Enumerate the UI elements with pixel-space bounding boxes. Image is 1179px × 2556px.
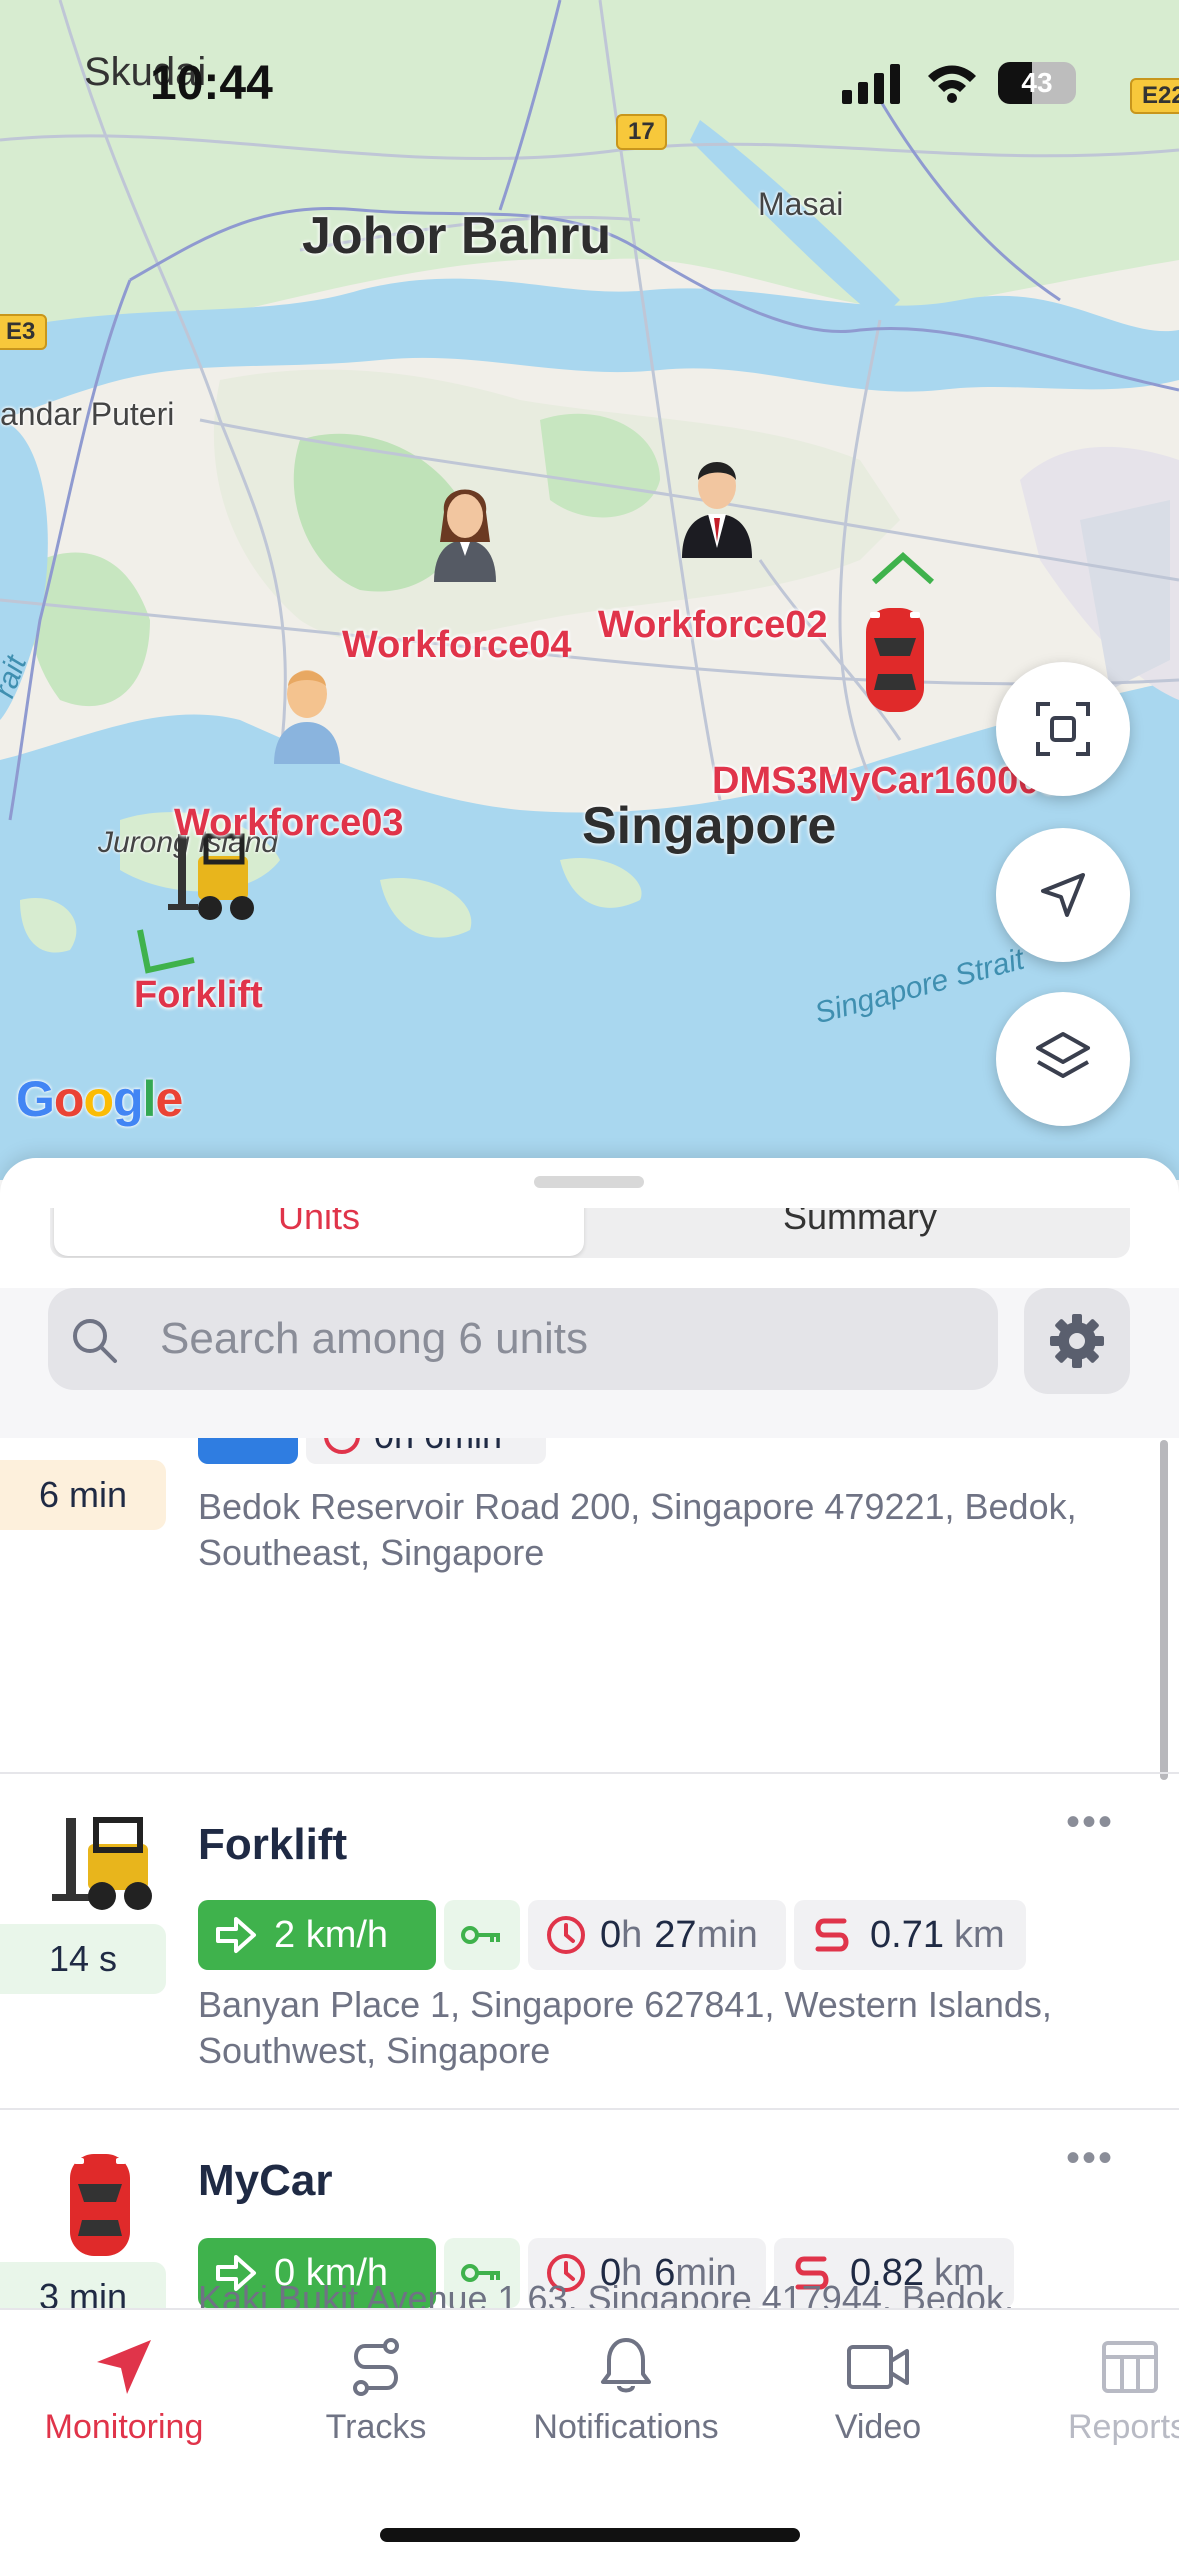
tab-video[interactable]: Video [758, 2310, 998, 2470]
city-label: Johor Bahru [302, 207, 612, 265]
key-icon [461, 1926, 500, 1944]
duration-minutes: 27 [654, 1913, 697, 1956]
tab-units[interactable]: Units [54, 1208, 584, 1256]
duration-chip: 0h 27 min [528, 1900, 786, 1970]
unit-map-label[interactable]: Workforce02 [598, 604, 828, 647]
tab-notifications[interactable]: Notifications [506, 2310, 746, 2470]
search-placeholder: Search among 6 units [160, 1314, 589, 1363]
route-icon [353, 2338, 399, 2396]
businesswoman-icon[interactable] [420, 472, 510, 582]
tab-label: Notifications [533, 2408, 719, 2446]
tab-reports[interactable]: Reports [1010, 2310, 1179, 2470]
reports-table-icon [1102, 2341, 1158, 2393]
unit-address: Banyan Place 1, Singapore 627841, Wester… [198, 1984, 1052, 2071]
status-bar: Skudai 10:44 43 [0, 0, 1179, 150]
list-settings-button[interactable] [1024, 1288, 1130, 1394]
duration-hours: 0 [600, 1913, 622, 1956]
route-icon [815, 1918, 849, 1952]
last-update-time: 6 min [0, 1460, 166, 1530]
last-update-time: 3 min [0, 2262, 166, 2308]
bell-icon [601, 2338, 651, 2393]
tab-monitoring[interactable]: Monitoring [4, 2310, 244, 2470]
signal-icon [842, 64, 900, 104]
map-layers-button[interactable] [996, 992, 1130, 1126]
heading-chevron-icon [137, 929, 195, 974]
last-update-time: 14 s [0, 1924, 166, 1994]
ignition-chip [444, 1900, 520, 1970]
road-badge: E3 [0, 314, 48, 350]
road-badge: E22 [1130, 78, 1179, 114]
fit-bounds-button[interactable] [996, 662, 1130, 796]
clock-icon [324, 1438, 360, 1454]
map-layers-icon [1036, 1032, 1090, 1078]
search-icon [73, 1319, 117, 1363]
search-row: Search among 6 units [0, 1288, 1179, 1438]
search-input[interactable]: Search among 6 units [48, 1288, 998, 1390]
duration-chip: 0h 6min [306, 1438, 546, 1464]
tab-label: Video [834, 2408, 922, 2446]
city-label: Masai [758, 186, 844, 222]
segmented-control: Units Summary [50, 1208, 1130, 1258]
unit-name[interactable]: MyCar [198, 2156, 333, 2206]
map-view[interactable]: Skudai 10:44 43 Johor Bahru Singapore Ma… [0, 0, 1179, 1180]
video-camera-icon [847, 2345, 909, 2389]
clock: 10:44 [150, 57, 273, 110]
mileage-unit: km [953, 1913, 1005, 1956]
battery-icon: 43 [998, 62, 1076, 104]
worker-icon[interactable] [262, 654, 352, 764]
units-list[interactable]: 0h 6min 6 min Bedok Reservoir Road 200, … [0, 1438, 1179, 2308]
duration-hours-unit: h [621, 1913, 643, 1956]
mileage-value: 0.71 [870, 1913, 944, 1956]
unit-name[interactable]: Forklift [198, 1820, 347, 1870]
duration-text: 0h 6min [374, 1438, 502, 1457]
red-car-icon [70, 2154, 130, 2256]
direction-arrow-icon [216, 1917, 256, 1953]
more-options-button[interactable]: ••• [1066, 1800, 1114, 1845]
units-sheet[interactable]: Units Summary Search among 6 units 6 min… [0, 1158, 1179, 2308]
tab-label: Reports [1068, 2408, 1179, 2446]
heading-chevron-icon [871, 551, 935, 585]
speed-value: 2 km/h [274, 1913, 389, 1956]
unit-map-label[interactable]: Workforce04 [342, 624, 572, 667]
tab-tracks[interactable]: Tracks [256, 2310, 496, 2470]
unit-address: Kaki Bukit Avenue 1 63, Singapore 417944… [198, 2278, 1014, 2308]
battery-level: 43 [1021, 67, 1053, 98]
forklift-icon [52, 1817, 152, 1910]
locate-me-icon [1041, 873, 1085, 917]
unit-map-label[interactable]: Forklift [134, 974, 263, 1017]
navigation-arrow-icon [97, 2340, 151, 2394]
city-label: Singapore [582, 797, 837, 855]
sheet-grabber[interactable] [534, 1176, 644, 1188]
fit-bounds-icon [1036, 702, 1090, 756]
more-options-button[interactable]: ••• [1066, 2136, 1114, 2181]
home-indicator [380, 2528, 800, 2542]
locate-me-button[interactable] [996, 828, 1130, 962]
tab-summary[interactable]: Summary [590, 1208, 1130, 1256]
red-car-icon[interactable] [860, 604, 930, 716]
city-label: andar Puteri [0, 396, 175, 432]
list-item[interactable]: 0h 6min 6 min Bedok Reservoir Road 200, … [0, 1438, 1179, 1774]
gear-icon [1050, 1314, 1104, 1368]
list-item[interactable]: 14 s Forklift ••• 2 km/h 0h 27 min 0.71 k… [0, 1774, 1179, 2110]
google-logo: Google [16, 1071, 183, 1127]
tab-label: Monitoring [44, 2408, 204, 2446]
speed-chip [198, 1438, 298, 1464]
bottom-tab-bar: Monitoring Tracks Notifications Video Re… [0, 2308, 1179, 2556]
unit-address: Bedok Reservoir Road 200, Singapore 4792… [198, 1486, 1077, 1573]
tab-label: Tracks [325, 2408, 427, 2446]
wifi-icon [928, 65, 976, 103]
mileage-chip: 0.71 km [794, 1900, 1026, 1970]
unit-map-label[interactable]: Workforce03 [174, 802, 404, 845]
road-badge: 17 [616, 114, 667, 150]
businessman-icon[interactable] [672, 448, 762, 558]
clock-icon [547, 1916, 585, 1954]
duration-minutes-unit: min [696, 1913, 758, 1956]
speed-chip: 2 km/h [198, 1900, 436, 1970]
